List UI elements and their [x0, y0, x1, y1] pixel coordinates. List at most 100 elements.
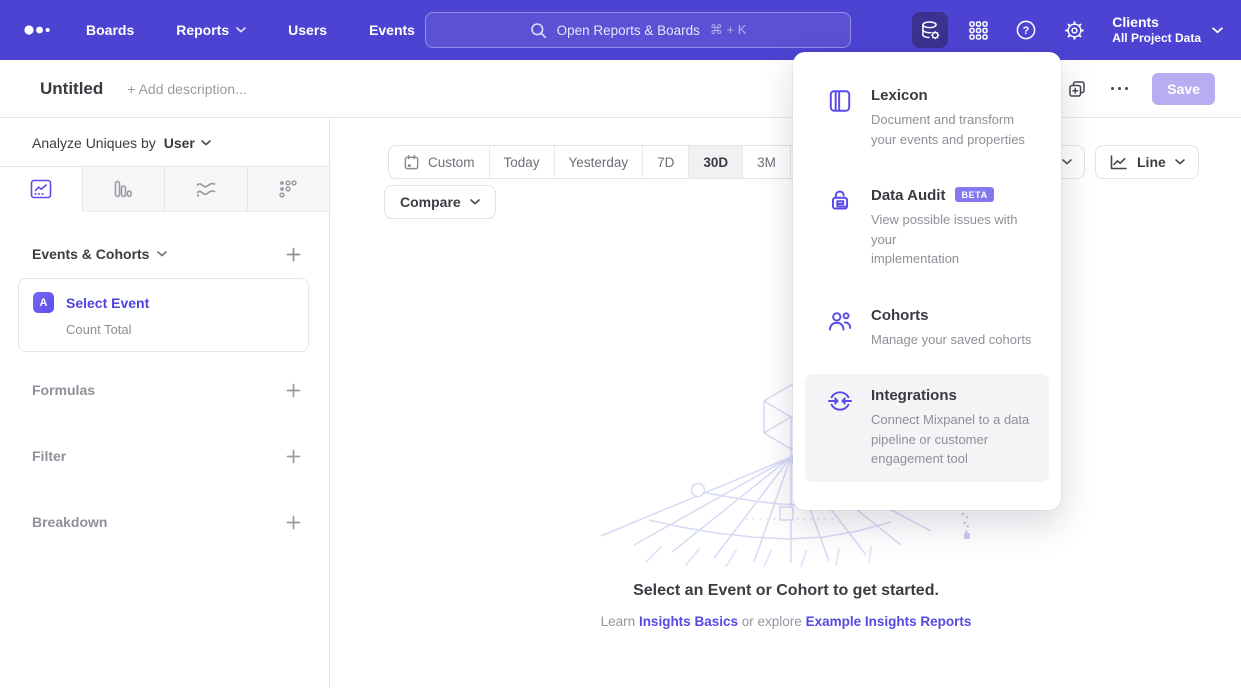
explore-middle: or explore — [742, 614, 802, 629]
menu-item-title: Lexicon — [871, 87, 1025, 104]
range-label: 7D — [657, 155, 674, 170]
add-filter-button[interactable] — [286, 449, 301, 464]
retention-tab-icon — [278, 179, 298, 199]
nav-item-reports[interactable]: Reports — [176, 22, 246, 38]
nav-item-label: Boards — [86, 22, 134, 38]
compare-button[interactable]: Compare — [384, 185, 496, 219]
range-today[interactable]: Today — [489, 146, 554, 178]
integrations-icon — [827, 388, 853, 414]
help-button[interactable]: ? — [1008, 12, 1044, 48]
duplicate-icon — [1067, 79, 1087, 99]
chart-type-button[interactable]: Line — [1095, 145, 1199, 179]
event-card[interactable]: A Select Event Count Total — [18, 278, 309, 352]
formulas-section: Formulas — [32, 382, 301, 398]
analyze-value-dropdown[interactable]: User — [164, 135, 211, 151]
plus-icon — [286, 449, 301, 464]
nav-item-users[interactable]: Users — [288, 22, 327, 38]
nav-item-label: Users — [288, 22, 327, 38]
add-event-button[interactable] — [286, 247, 301, 262]
menu-item-description: View possible issues with your implement… — [871, 210, 1039, 269]
duplicate-button[interactable] — [1067, 79, 1087, 99]
menu-item-description: Connect Mixpanel to a data pipeline or c… — [871, 410, 1029, 469]
tab-bars[interactable] — [83, 167, 166, 212]
range-custom[interactable]: Custom — [389, 146, 489, 178]
project-scope: All Project Data — [1112, 31, 1201, 47]
range-label: Custom — [428, 155, 475, 170]
top-nav: Boards Reports Users Events Open Reports… — [0, 0, 1241, 60]
beta-badge: BETA — [955, 187, 993, 202]
menu-item-integrations[interactable]: Integrations Connect Mixpanel to a data … — [805, 374, 1049, 482]
settings-icon — [1064, 20, 1085, 41]
report-title[interactable]: Untitled — [40, 79, 103, 99]
data-management-icon — [919, 19, 941, 41]
menu-item-lexicon[interactable]: Lexicon Document and transform your even… — [805, 74, 1049, 162]
analyze-value-label: User — [164, 135, 195, 151]
more-options-button[interactable] — [1111, 87, 1129, 91]
lexicon-icon — [827, 88, 853, 114]
report-actions: Save — [1067, 73, 1215, 105]
plus-icon — [286, 383, 301, 398]
tab-insights[interactable] — [0, 167, 83, 212]
menu-item-description: Document and transform your events and p… — [871, 110, 1025, 149]
calendar-icon — [403, 154, 420, 171]
add-description-input[interactable]: + Add description... — [127, 81, 246, 97]
nav-item-boards[interactable]: Boards — [86, 22, 134, 38]
data-management-button[interactable] — [912, 12, 948, 48]
events-cohorts-label[interactable]: Events & Cohorts — [32, 246, 149, 262]
tab-retention[interactable] — [248, 167, 330, 212]
save-button[interactable]: Save — [1152, 73, 1215, 105]
insights-basics-link[interactable]: Insights Basics — [639, 614, 738, 629]
filter-section: Filter — [32, 448, 301, 464]
example-reports-link[interactable]: Example Insights Reports — [806, 614, 972, 629]
apps-grid-button[interactable] — [960, 12, 996, 48]
project-name: Clients — [1112, 13, 1201, 31]
learn-prefix: Learn — [601, 614, 636, 629]
chart-type-tabs — [0, 167, 329, 212]
menu-item-cohorts[interactable]: Cohorts Manage your saved cohorts — [805, 294, 1049, 363]
nav-item-label: Events — [369, 22, 415, 38]
event-series-badge: A — [33, 292, 54, 313]
tab-flow[interactable] — [165, 167, 248, 212]
menu-item-data-audit[interactable]: Data Audit BETA View possible issues wit… — [805, 174, 1049, 282]
nav-item-events[interactable]: Events — [369, 22, 415, 38]
plus-icon — [286, 515, 301, 530]
svg-text:?: ? — [1023, 25, 1030, 37]
range-label: Yesterday — [569, 155, 629, 170]
menu-item-body: Cohorts Manage your saved cohorts — [871, 307, 1031, 350]
global-search-input[interactable]: Open Reports & Boards ⌘ + K — [425, 12, 851, 48]
plus-icon — [286, 247, 301, 262]
menu-item-title: Cohorts — [871, 307, 1031, 324]
primary-nav-links: Boards Reports Users Events — [86, 22, 415, 38]
line-chart-icon — [1109, 154, 1128, 171]
search-icon — [530, 22, 547, 39]
data-audit-icon — [827, 188, 853, 214]
bar-tab-icon — [113, 179, 133, 199]
chevron-down-icon — [201, 140, 211, 146]
compare-label: Compare — [400, 194, 461, 210]
chevron-down-icon — [236, 27, 246, 33]
range-3m[interactable]: 3M — [742, 146, 790, 178]
range-30d[interactable]: 30D — [688, 146, 742, 178]
event-card-top: A Select Event — [33, 292, 294, 313]
event-aggregation-label[interactable]: Count Total — [33, 322, 294, 337]
range-yesterday[interactable]: Yesterday — [554, 146, 643, 178]
menu-item-title: Integrations — [871, 387, 1029, 404]
cohorts-icon — [827, 308, 853, 334]
report-canvas: Custom Today Yesterday 7D 30D 3M 6M Comp… — [331, 119, 1241, 688]
analyze-row: Analyze Uniques by User — [0, 119, 329, 167]
select-event-label[interactable]: Select Event — [66, 295, 149, 311]
project-selector[interactable]: Clients All Project Data — [1112, 13, 1223, 47]
add-formula-button[interactable] — [286, 383, 301, 398]
settings-button[interactable] — [1056, 12, 1092, 48]
data-management-menu: Lexicon Document and transform your even… — [793, 52, 1061, 510]
nav-item-label: Reports — [176, 22, 229, 38]
query-sidebar: Analyze Uniques by User — [0, 119, 330, 688]
range-label: 3M — [757, 155, 776, 170]
range-7d[interactable]: 7D — [642, 146, 688, 178]
menu-item-title: Data Audit BETA — [871, 187, 1039, 204]
add-breakdown-button[interactable] — [286, 515, 301, 530]
menu-item-description: Manage your saved cohorts — [871, 330, 1031, 350]
menu-item-title-text: Data Audit — [871, 187, 945, 204]
chevron-down-icon — [470, 199, 480, 205]
chevron-down-icon — [1062, 159, 1072, 165]
